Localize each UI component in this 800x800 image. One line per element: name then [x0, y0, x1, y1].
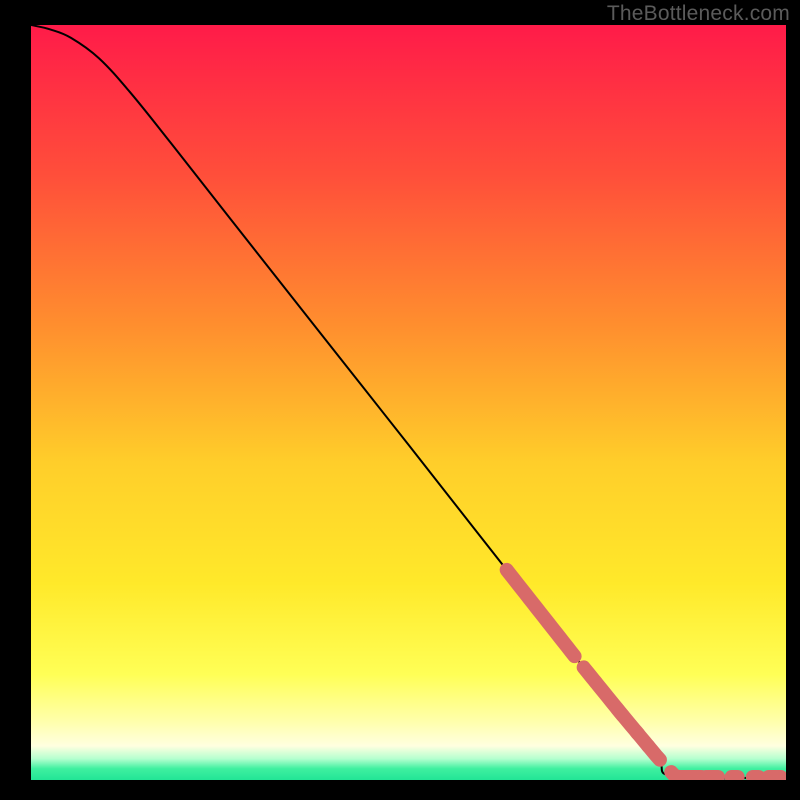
gradient-background — [31, 25, 786, 780]
watermark-text: TheBottleneck.com — [607, 2, 790, 26]
chart-svg — [31, 25, 786, 780]
plot-area — [31, 25, 786, 780]
marker-cluster — [671, 772, 701, 777]
chart-stage: TheBottleneck.com — [0, 0, 800, 800]
marker-cluster — [648, 746, 660, 760]
